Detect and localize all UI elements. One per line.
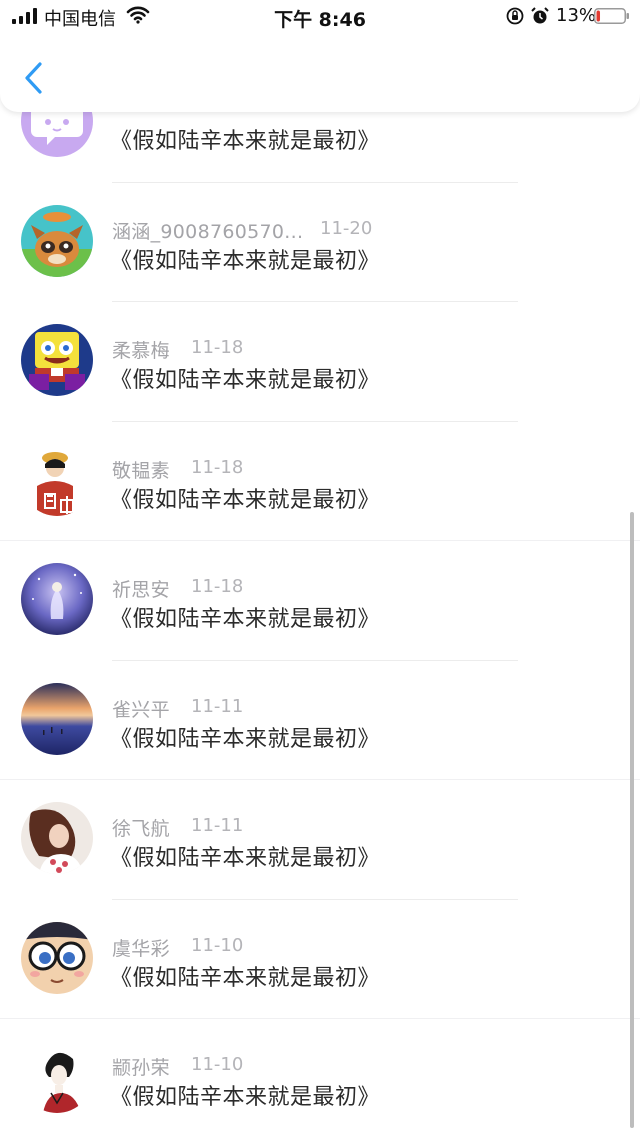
status-bar: 中国电信 下午 8:46 13% bbox=[0, 0, 640, 34]
sunset-lake-avatar[interactable] bbox=[21, 682, 93, 755]
comment-text: 《假如陆辛本来就是最初》 bbox=[110, 965, 381, 991]
cartoon-sponge-avatar[interactable] bbox=[21, 324, 93, 396]
comment-row[interactable]: 雀兴平 11-11 《假如陆辛本来就是最初》 bbox=[0, 660, 640, 780]
comment-text: 《假如陆辛本来就是最初》 bbox=[110, 1085, 381, 1110]
comment-text: 《假如陆辛本来就是最初》 bbox=[110, 368, 381, 393]
comment-row[interactable]: 涵涵_9008760570... 11-20 《假如陆辛本来就是最初》 bbox=[0, 182, 640, 302]
comment-author[interactable]: 祈思安 bbox=[112, 575, 170, 602]
comment-date: 11-18 bbox=[191, 337, 244, 358]
comment-author[interactable]: 徐飞航 bbox=[112, 814, 170, 841]
rotation-lock-icon bbox=[506, 7, 524, 25]
comment-author[interactable]: 涵涵_9008760570... bbox=[112, 217, 303, 244]
woman-portrait-avatar[interactable] bbox=[21, 802, 93, 874]
comment-author[interactable]: 虞华彩 bbox=[112, 934, 170, 961]
comment-text: 《假如陆辛本来就是最初》 bbox=[110, 846, 381, 871]
comment-text: 《假如陆辛本来就是最初》 bbox=[110, 607, 381, 632]
comment-row[interactable]: 虞华彩 11-10 《假如陆辛本来就是最初》 bbox=[0, 899, 640, 1019]
comment-list: 《假如陆辛本来就是最初》 涵涵_9008760570... 11-20 《假如陆… bbox=[0, 63, 640, 1138]
comment-date: 11-10 bbox=[191, 934, 244, 956]
anime-glasses-avatar[interactable] bbox=[21, 921, 93, 994]
alarm-icon bbox=[531, 7, 549, 24]
sketch-boy-avatar[interactable] bbox=[21, 1041, 93, 1113]
comment-list-view[interactable]: 《假如陆辛本来就是最初》 涵涵_9008760570... 11-20 《假如陆… bbox=[0, 0, 640, 1138]
comment-date: 11-18 bbox=[191, 456, 244, 478]
comment-date: 11-20 bbox=[320, 217, 373, 239]
nav-header: 中国电信 下午 8:46 13% bbox=[0, 0, 640, 112]
comment-row[interactable]: 敬韫素 11-18 《假如陆辛本来就是最初》 bbox=[0, 421, 640, 541]
comment-text: 《假如陆辛本来就是最初》 bbox=[110, 129, 381, 154]
comment-row[interactable]: 柔慕梅 11-18 《假如陆辛本来就是最初》 bbox=[0, 302, 640, 422]
anime-boy-avatar[interactable] bbox=[21, 443, 93, 516]
comment-date: 11-11 bbox=[191, 695, 244, 717]
chevron-left-icon[interactable] bbox=[22, 60, 46, 96]
comment-author[interactable]: 雀兴平 bbox=[112, 695, 170, 722]
comment-date: 11-18 bbox=[191, 576, 244, 597]
raccoon-avatar[interactable] bbox=[21, 204, 93, 277]
comment-date: 11-10 bbox=[191, 1054, 244, 1075]
comment-text: 《假如陆辛本来就是最初》 bbox=[110, 726, 381, 752]
comment-author[interactable]: 柔慕梅 bbox=[112, 336, 170, 363]
comment-date: 11-11 bbox=[191, 815, 244, 836]
scrollbar[interactable] bbox=[630, 512, 634, 1128]
comment-row[interactable]: 祈思安 11-18 《假如陆辛本来就是最初》 bbox=[0, 541, 640, 661]
comment-row[interactable]: 徐飞航 11-11 《假如陆辛本来就是最初》 bbox=[0, 780, 640, 900]
battery-percent: 13% bbox=[556, 5, 597, 26]
comment-text: 《假如陆辛本来就是最初》 bbox=[110, 487, 381, 513]
starry-girl-avatar[interactable] bbox=[21, 563, 93, 635]
comment-author[interactable]: 敬韫素 bbox=[112, 456, 170, 483]
comment-row[interactable]: 颛孙荣 11-10 《假如陆辛本来就是最初》 bbox=[0, 1019, 640, 1138]
comment-text: 《假如陆辛本来就是最初》 bbox=[110, 248, 381, 274]
comment-author[interactable]: 颛孙荣 bbox=[112, 1053, 170, 1080]
battery-icon bbox=[594, 8, 629, 24]
